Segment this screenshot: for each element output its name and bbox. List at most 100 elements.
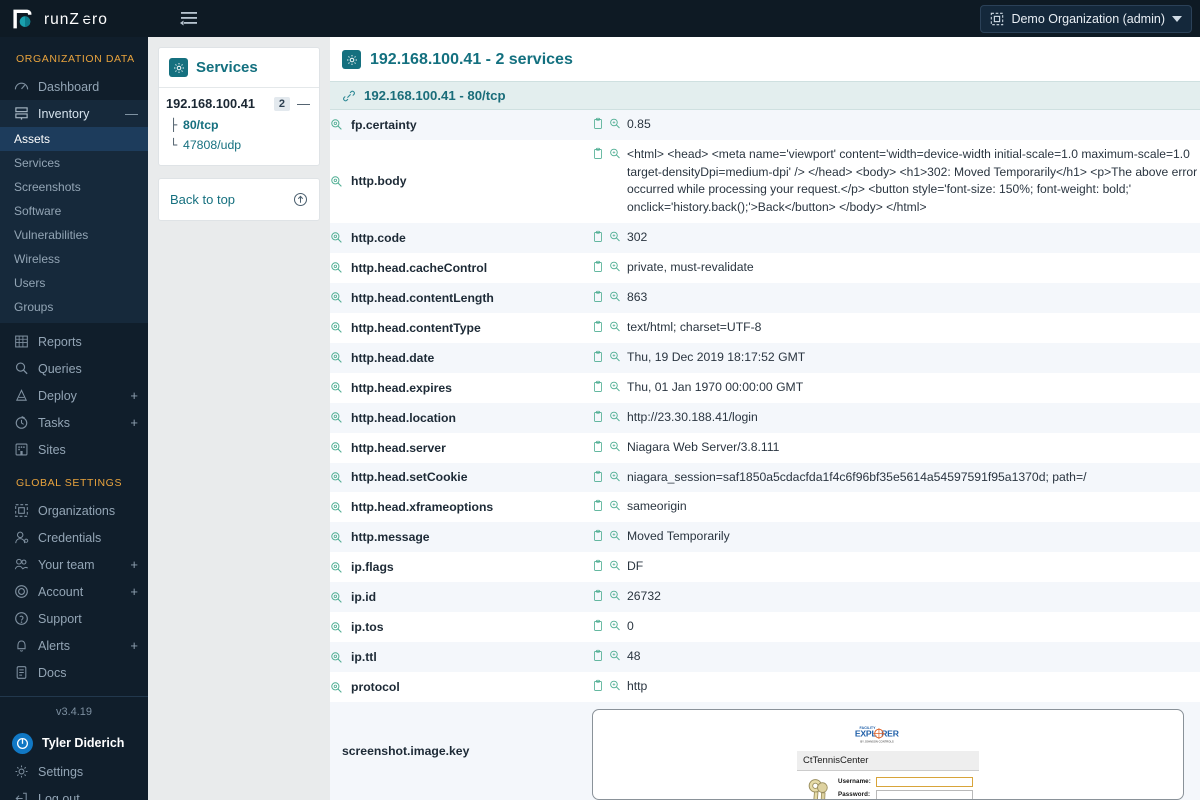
screenshot-image[interactable]: FACILITY EXPL RER BY JOHNSON CONTROLS Ct…: [592, 709, 1184, 800]
back-to-top-card[interactable]: Back to top: [158, 178, 320, 221]
expand-plus-icon[interactable]: +: [130, 558, 138, 571]
sidebar-item-docs[interactable]: Docs: [0, 659, 148, 686]
clipboard-copy-icon[interactable]: [592, 147, 604, 160]
clipboard-copy-icon[interactable]: [592, 117, 604, 130]
magnifier-icon[interactable]: [609, 260, 621, 273]
clipboard-copy-icon[interactable]: [592, 619, 604, 632]
magnifier-eye-icon[interactable]: [330, 231, 343, 244]
clipboard-copy-icon[interactable]: [592, 559, 604, 572]
magnifier-icon[interactable]: [609, 230, 621, 243]
expand-plus-icon[interactable]: +: [130, 416, 138, 429]
clipboard-copy-icon[interactable]: [592, 260, 604, 273]
magnifier-icon[interactable]: [609, 470, 621, 483]
magnifier-eye-icon[interactable]: [330, 621, 343, 634]
sidebar-item-credentials[interactable]: Credentials: [0, 524, 148, 551]
service-port-row[interactable]: ├ 80/tcp: [170, 115, 312, 135]
magnifier-eye-icon[interactable]: [330, 351, 343, 364]
magnifier-eye-icon[interactable]: [330, 591, 343, 604]
magnifier-icon[interactable]: [609, 410, 621, 423]
expand-plus-icon[interactable]: +: [130, 389, 138, 402]
magnifier-icon[interactable]: [609, 320, 621, 333]
magnifier-icon[interactable]: [609, 380, 621, 393]
sidebar-item-organizations[interactable]: Organizations: [0, 497, 148, 524]
magnifier-icon[interactable]: [609, 290, 621, 303]
magnifier-icon[interactable]: [609, 529, 621, 542]
reports-icon: [15, 335, 28, 348]
collapse-sidebar-icon[interactable]: [179, 10, 199, 27]
services-collapse-toggle[interactable]: —: [297, 96, 312, 111]
sidebar-item-settings[interactable]: Settings: [0, 758, 148, 785]
sidebar-item-alerts[interactable]: Alerts +: [0, 632, 148, 659]
sidebar-item-vulnerabilities[interactable]: Vulnerabilities: [0, 223, 148, 247]
magnifier-icon[interactable]: [609, 440, 621, 453]
service-port-link-47808-udp[interactable]: 47808/udp: [183, 138, 241, 152]
sidebar-item-logout[interactable]: Log out: [0, 785, 148, 800]
sidebar-item-inventory[interactable]: Inventory —: [0, 100, 148, 127]
clipboard-copy-icon[interactable]: [592, 649, 604, 662]
clipboard-copy-icon[interactable]: [592, 679, 604, 692]
service-port-row[interactable]: └ 47808/udp: [170, 135, 312, 155]
magnifier-eye-icon[interactable]: [330, 561, 343, 574]
magnifier-icon[interactable]: [609, 619, 621, 632]
clipboard-copy-icon[interactable]: [592, 410, 604, 423]
sidebar-item-queries[interactable]: Queries: [0, 355, 148, 382]
magnifier-eye-icon[interactable]: [330, 471, 343, 484]
magnifier-eye-icon[interactable]: [330, 381, 343, 394]
sidebar-item-support[interactable]: Support: [0, 605, 148, 632]
clipboard-copy-icon[interactable]: [592, 499, 604, 512]
magnifier-icon[interactable]: [609, 649, 621, 662]
clipboard-copy-icon[interactable]: [592, 350, 604, 363]
sidebar-user[interactable]: Tyler Diderich: [0, 728, 148, 758]
sidebar-item-dashboard[interactable]: Dashboard: [0, 73, 148, 100]
magnifier-eye-icon[interactable]: [330, 441, 343, 454]
collapse-minus-icon[interactable]: —: [125, 107, 138, 120]
expand-plus-icon[interactable]: +: [130, 639, 138, 652]
magnifier-eye-icon[interactable]: [330, 531, 343, 544]
magnifier-eye-icon[interactable]: [330, 321, 343, 334]
clipboard-copy-icon[interactable]: [592, 440, 604, 453]
sidebar-item-groups[interactable]: Groups: [0, 295, 148, 319]
sidebar-item-sites[interactable]: Sites: [0, 436, 148, 463]
sidebar-item-users[interactable]: Users: [0, 271, 148, 295]
back-to-top-link[interactable]: Back to top: [170, 192, 293, 207]
magnifier-eye-icon[interactable]: [330, 118, 343, 131]
service-port-link-80-tcp[interactable]: 80/tcp: [183, 118, 219, 132]
sidebar-item-tasks[interactable]: Tasks +: [0, 409, 148, 436]
clipboard-copy-icon[interactable]: [592, 290, 604, 303]
magnifier-icon[interactable]: [609, 350, 621, 363]
magnifier-eye-icon[interactable]: [330, 681, 343, 694]
clipboard-copy-icon[interactable]: [592, 529, 604, 542]
sidebar-item-account[interactable]: Account +: [0, 578, 148, 605]
sidebar-item-reports[interactable]: Reports: [0, 328, 148, 355]
magnifier-eye-icon[interactable]: [330, 175, 343, 188]
clipboard-copy-icon[interactable]: [592, 380, 604, 393]
username-input[interactable]: [876, 776, 973, 787]
magnifier-eye-icon[interactable]: [330, 501, 343, 514]
clipboard-copy-icon[interactable]: [592, 320, 604, 333]
clipboard-copy-icon[interactable]: [592, 589, 604, 602]
magnifier-eye-icon[interactable]: [330, 411, 343, 424]
sidebar-item-screenshots[interactable]: Screenshots: [0, 175, 148, 199]
expand-plus-icon[interactable]: +: [130, 585, 138, 598]
magnifier-eye-icon[interactable]: [330, 291, 343, 304]
sidebar-item-assets[interactable]: Assets: [0, 127, 148, 151]
magnifier-icon[interactable]: [609, 147, 621, 160]
brand-logo[interactable]: runZ ero: [10, 7, 167, 31]
password-input[interactable]: [876, 789, 973, 799]
magnifier-icon[interactable]: [609, 117, 621, 130]
sidebar-item-services[interactable]: Services: [0, 151, 148, 175]
magnifier-eye-icon[interactable]: [330, 651, 343, 664]
sidebar-item-software[interactable]: Software: [0, 199, 148, 223]
magnifier-icon[interactable]: [609, 679, 621, 692]
magnifier-eye-icon[interactable]: [330, 261, 343, 274]
sidebar-item-your-team[interactable]: Your team +: [0, 551, 148, 578]
clipboard-copy-icon[interactable]: [592, 470, 604, 483]
sidebar-item-wireless[interactable]: Wireless: [0, 247, 148, 271]
magnifier-icon[interactable]: [609, 559, 621, 572]
clipboard-copy-icon[interactable]: [592, 230, 604, 243]
sidebar-item-deploy[interactable]: Deploy +: [0, 382, 148, 409]
magnifier-icon[interactable]: [609, 499, 621, 512]
services-host-row[interactable]: 192.168.100.41 2 —: [166, 96, 312, 111]
organization-selector[interactable]: Demo Organization (admin): [980, 4, 1192, 33]
magnifier-icon[interactable]: [609, 589, 621, 602]
